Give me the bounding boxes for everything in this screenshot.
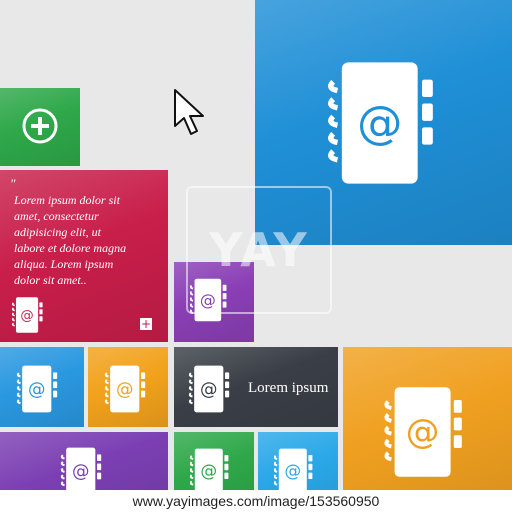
cursor-icon bbox=[172, 88, 212, 138]
address-book-icon bbox=[104, 364, 148, 414]
address-book-icon bbox=[380, 384, 470, 480]
plus-icon[interactable] bbox=[22, 108, 58, 144]
footer-url: www.yayimages.com/image/153560950 bbox=[0, 490, 512, 512]
address-book-icon bbox=[12, 296, 44, 334]
quote-line: aliqua. Lorem ipsum bbox=[14, 257, 114, 271]
quote-line: labore et dolore magna bbox=[14, 241, 127, 255]
address-book-icon bbox=[274, 446, 314, 496]
quote-line: amet, consectetur bbox=[14, 209, 99, 223]
lorem-label: Lorem ipsum bbox=[248, 380, 329, 396]
address-book-icon bbox=[16, 364, 60, 414]
quote-line: adipisicing elit, ut bbox=[14, 225, 101, 239]
address-book-icon bbox=[312, 58, 454, 188]
quote-mark: " bbox=[10, 176, 16, 191]
quote-line: Lorem ipsum dolor sit bbox=[14, 193, 120, 207]
quote-line: dolor sit amet.. bbox=[14, 273, 87, 287]
small-plus-icon[interactable]: + bbox=[140, 318, 152, 330]
address-book-icon bbox=[188, 364, 232, 414]
quote-text: Lorem ipsum dolor sit amet, consectetur … bbox=[14, 192, 126, 288]
watermark: YAY bbox=[186, 186, 332, 314]
address-book-icon bbox=[60, 446, 104, 496]
address-book-icon bbox=[190, 446, 230, 496]
